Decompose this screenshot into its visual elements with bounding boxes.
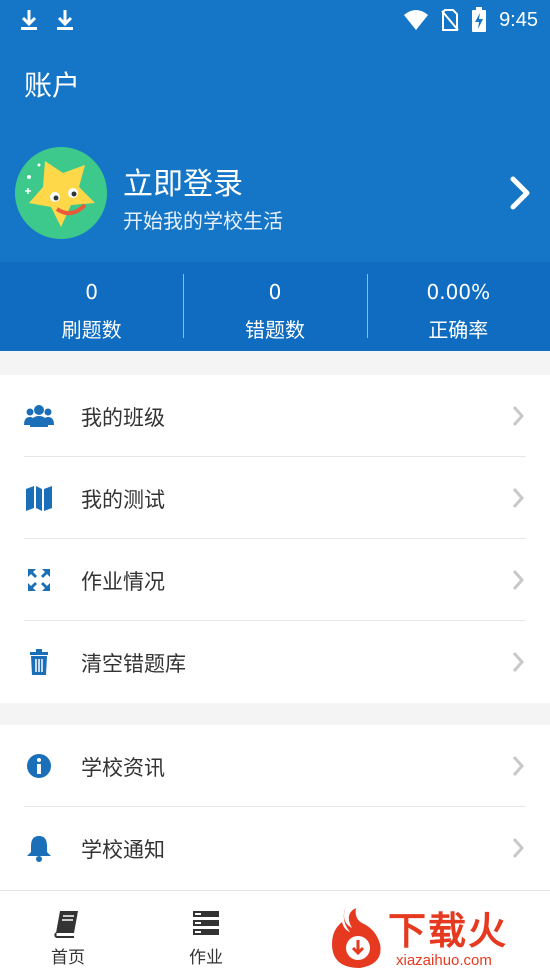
stat-value: 0 — [85, 280, 99, 304]
stat-practice-count[interactable]: 0 刷题数 — [0, 262, 183, 351]
chevron-right-icon — [512, 570, 524, 590]
map-icon — [26, 486, 52, 511]
menu-item-homework-status[interactable]: 作业情况 — [24, 539, 526, 621]
watermark: 下载火 xiazaihuo.com — [320, 896, 550, 977]
stat-label: 错题数 — [244, 318, 305, 342]
avatar[interactable] — [15, 147, 107, 239]
watermark-text: 下载火 — [388, 909, 509, 953]
chevron-right-icon[interactable] — [508, 175, 532, 211]
menu-item-label: 学校资讯 — [81, 756, 165, 780]
account-header: 9:45 账户 立即登录 开始我的学校生活 0 刷题数 0 错题数 0.00% … — [0, 0, 550, 351]
wifi-icon — [404, 10, 429, 30]
list-icon — [193, 911, 219, 935]
menu-item-label: 我的班级 — [81, 406, 165, 430]
chevron-right-icon — [512, 488, 524, 508]
menu-item-school-news[interactable]: 学校资讯 — [24, 725, 526, 807]
login-card[interactable]: 立即登录 开始我的学校生活 — [0, 145, 550, 240]
download-icon — [57, 10, 73, 30]
menu-item-school-notice[interactable]: 学校通知 — [24, 807, 526, 889]
status-time: 9:45 — [499, 8, 538, 31]
info-icon — [27, 754, 51, 778]
page-title: 账户 — [24, 69, 81, 102]
smiley-avatar-icon — [15, 147, 107, 239]
stat-wrong-count[interactable]: 0 错题数 — [183, 262, 366, 351]
menu-item-label: 我的测试 — [81, 488, 165, 512]
trash-icon — [30, 649, 48, 675]
tab-label: 作业 — [189, 948, 223, 968]
menu-item-my-tests[interactable]: 我的测试 — [24, 457, 526, 539]
login-subtitle: 开始我的学校生活 — [123, 209, 283, 233]
bell-icon — [27, 836, 51, 862]
chevron-right-icon — [512, 652, 524, 672]
menu-group-school: 学校资讯 学校通知 — [0, 725, 550, 890]
stat-value: 0 — [268, 280, 282, 304]
stat-label: 刷题数 — [61, 318, 122, 342]
users-icon — [24, 405, 54, 427]
battery-charging-icon — [472, 7, 487, 32]
chevron-right-icon — [512, 406, 524, 426]
menu-item-my-class[interactable]: 我的班级 — [24, 375, 526, 457]
tab-homework[interactable]: 作业 — [156, 891, 256, 977]
status-bar: 9:45 — [0, 0, 550, 40]
flame-logo-icon — [332, 906, 381, 968]
watermark-url: xiazaihuo.com — [396, 952, 492, 969]
login-title[interactable]: 立即登录 — [123, 159, 243, 203]
tab-home[interactable]: 首页 — [18, 891, 118, 977]
book-icon — [54, 911, 78, 938]
stat-accuracy[interactable]: 0.00% 正确率 — [366, 262, 550, 351]
menu-item-label: 清空错题库 — [81, 652, 186, 676]
menu-item-label: 作业情况 — [81, 570, 165, 594]
expand-icon — [28, 569, 50, 591]
stat-label: 正确率 — [428, 318, 489, 342]
no-sim-icon — [441, 9, 459, 31]
menu-item-clear-wrong-questions[interactable]: 清空错题库 — [24, 621, 526, 703]
stat-value: 0.00% — [426, 280, 491, 304]
tab-label: 首页 — [51, 948, 85, 968]
menu-group-main: 我的班级 我的测试 作业情况 清空错题库 — [0, 375, 550, 703]
menu-item-label: 学校通知 — [81, 838, 165, 862]
chevron-right-icon — [512, 756, 524, 776]
stats-bar: 0 刷题数 0 错题数 0.00% 正确率 — [0, 262, 550, 351]
chevron-right-icon — [512, 838, 524, 858]
download-icon — [21, 10, 37, 30]
